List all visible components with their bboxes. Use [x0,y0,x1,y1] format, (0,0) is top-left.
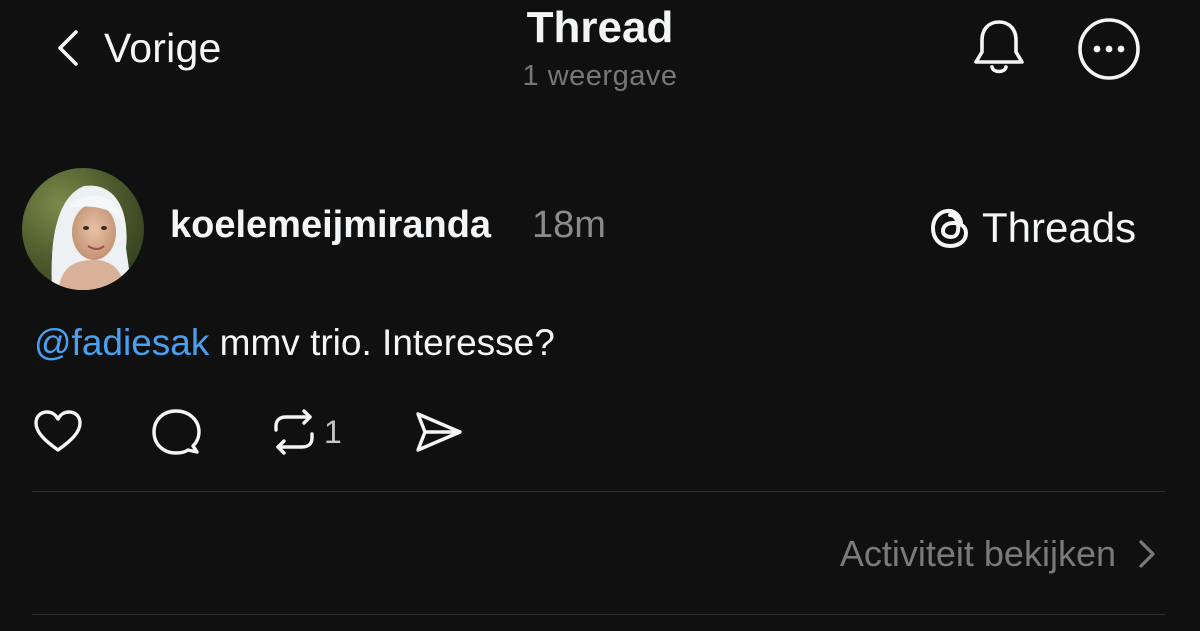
heart-icon [34,410,82,452]
more-options-button[interactable] [1076,16,1142,82]
bottom-divider [32,614,1166,615]
like-button[interactable] [32,404,84,460]
notifications-button[interactable] [966,12,1032,78]
back-label: Vorige [104,24,222,71]
post-username[interactable]: koelemeijmiranda [170,204,491,247]
share-button[interactable] [412,404,464,460]
title-block: Thread 1 weergave [400,4,800,96]
more-horizontal-circle-icon [1078,18,1140,80]
view-activity-button[interactable]: Activiteit bekijken [700,528,1160,580]
avatar[interactable] [22,168,144,290]
repost-count: 1 [324,413,342,450]
chevron-left-icon [58,30,78,66]
post-timestamp: 18m [532,204,606,246]
send-icon [416,412,462,452]
repost-button[interactable]: 1 [268,404,342,460]
profile-photo [22,168,144,290]
chevron-right-icon [1139,540,1155,568]
post-divider [32,491,1166,492]
view-count: 1 weergave [522,60,678,92]
threads-logo-icon [930,208,969,249]
top-bar: Vorige Thread 1 weergave [0,0,1200,110]
view-activity-label: Activiteit bekijken [839,533,1116,574]
comment-button[interactable] [150,404,202,460]
post-mention[interactable]: @fadiesak [34,322,209,363]
back-button[interactable]: Vorige [52,22,221,74]
threads-app-link[interactable]: Threads [928,198,1136,258]
post-text: mmv trio. Interesse? [209,322,555,363]
page-title: Thread [526,3,674,52]
threads-app-label: Threads [982,204,1137,251]
bell-icon [974,20,1024,74]
post-body: @fadiesak mmv trio. Interesse? [34,322,555,364]
comment-icon [152,409,201,455]
repost-icon [274,409,314,455]
